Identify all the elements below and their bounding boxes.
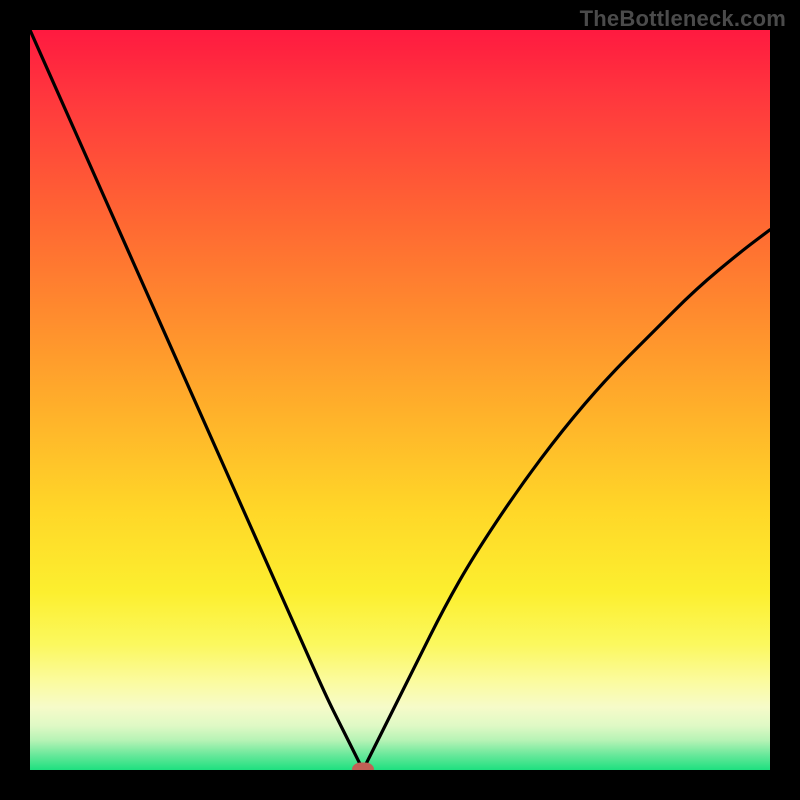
chart-frame: TheBottleneck.com <box>0 0 800 800</box>
minimum-marker <box>352 763 374 771</box>
plot-area <box>30 30 770 770</box>
bottleneck-curve <box>30 30 770 770</box>
watermark-text: TheBottleneck.com <box>580 6 786 32</box>
